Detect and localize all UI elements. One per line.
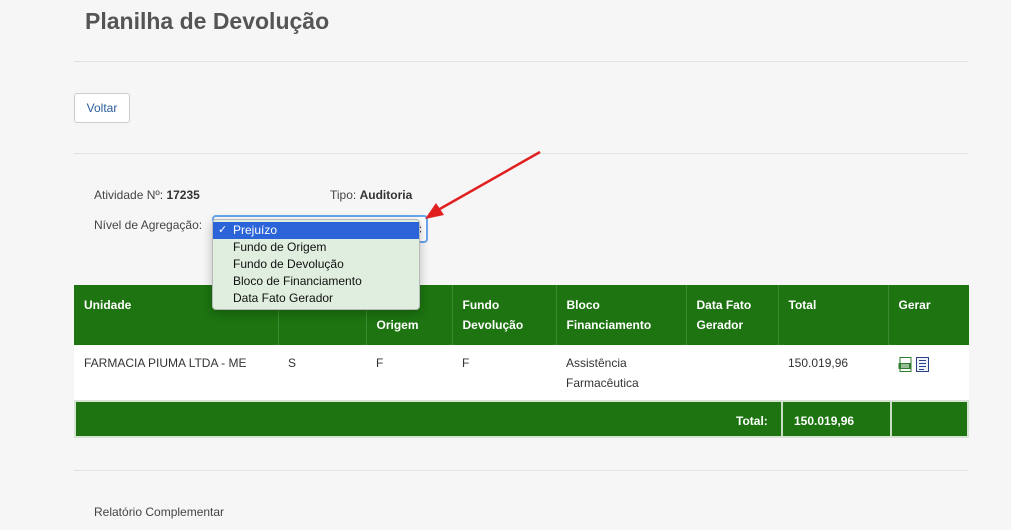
annotation-arrow-icon xyxy=(425,150,541,219)
